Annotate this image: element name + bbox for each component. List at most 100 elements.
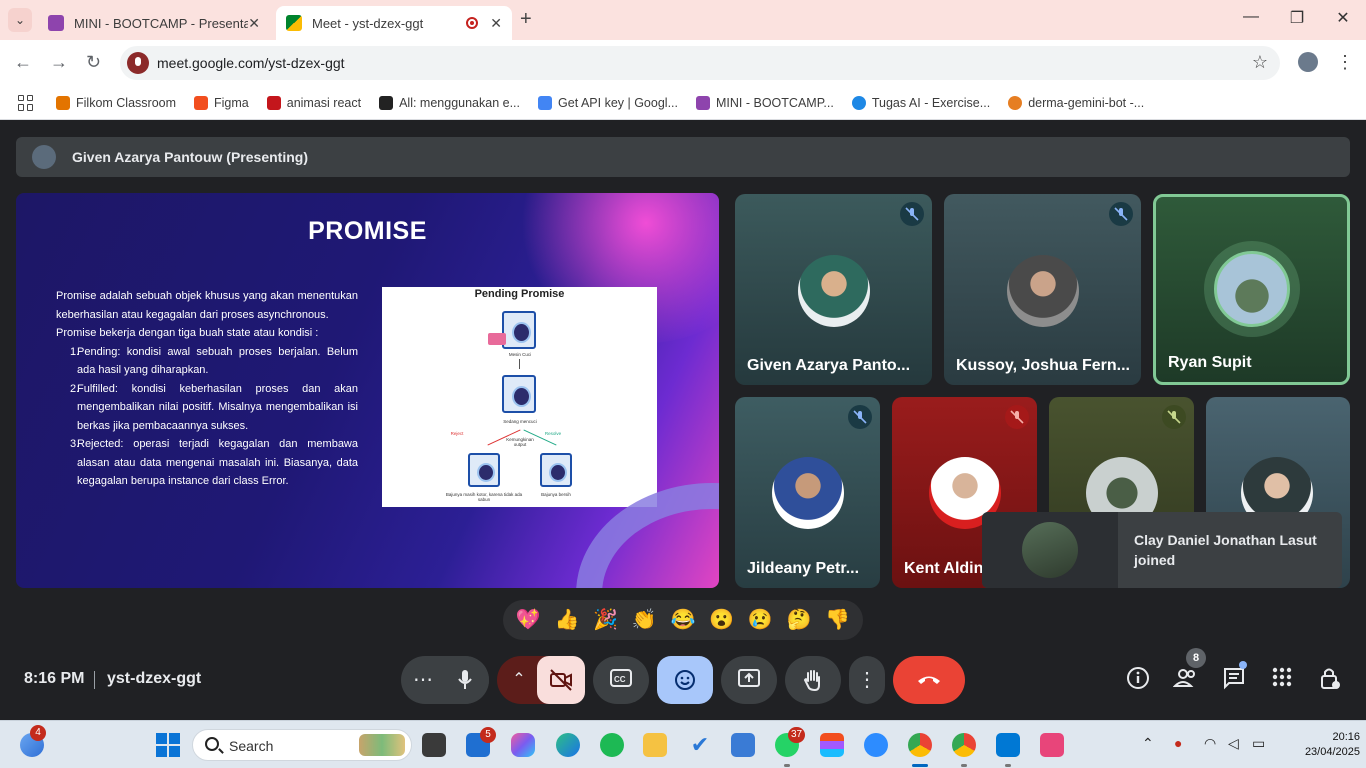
google-ai-icon: [538, 95, 553, 110]
tab-search-button[interactable]: ⌄: [8, 8, 32, 32]
chat-icon[interactable]: [1220, 666, 1248, 694]
edge-icon[interactable]: [556, 733, 580, 757]
presentation-slide[interactable]: PROMISE Promise adalah sebuah objek khus…: [16, 193, 719, 588]
audio-settings-button[interactable]: ⋯: [401, 656, 445, 704]
back-icon[interactable]: ←: [14, 52, 32, 73]
raise-hand-button[interactable]: [785, 656, 841, 704]
participant-tile[interactable]: Jildeany Petr...: [735, 397, 880, 588]
browser-toolbar: ← → ↻ meet.google.com/yst-dzex-ggt ☆: [0, 40, 1366, 86]
show-hidden-icons[interactable]: ⌃: [1142, 735, 1154, 752]
reaction-thumbs-up[interactable]: 👍: [555, 610, 580, 630]
url-text[interactable]: meet.google.com/yst-dzex-ggt: [157, 55, 345, 71]
participant-tile[interactable]: Kussoy, Joshua Fern...: [944, 194, 1141, 385]
participant-name: Ryan Supit: [1168, 354, 1252, 371]
reaction-clapping[interactable]: 👏: [632, 610, 657, 630]
bookmark-filkom-classroom[interactable]: Filkom Classroom: [56, 95, 176, 110]
bookmark-label: derma-gemini-bot -...: [1028, 95, 1145, 110]
figma-app-icon[interactable]: [820, 733, 844, 757]
reactions-bar: 💖 👍 🎉 👏 😂 😮 😢 🤔 👎: [503, 600, 863, 640]
taskbar-search[interactable]: Search: [192, 729, 412, 761]
camera-off-icon: [550, 669, 572, 691]
meeting-code[interactable]: yst-dzex-ggt: [107, 670, 201, 688]
reaction-sparkling-heart[interactable]: 💖: [516, 610, 541, 630]
people-icon[interactable]: [1172, 666, 1200, 694]
microphone-tray-icon[interactable]: ●: [1174, 735, 1182, 751]
todo-check-icon[interactable]: ✔: [688, 733, 712, 757]
task-view-icon[interactable]: [422, 733, 446, 757]
bookmark-get-api-key[interactable]: Get API key | Googl...: [538, 95, 678, 110]
chrome-icon[interactable]: [908, 733, 932, 757]
reaction-thumbs-down[interactable]: 👎: [825, 610, 850, 630]
bookmark-tugas-ai[interactable]: Tugas AI - Exercise...: [851, 95, 990, 110]
bookmark-derma-gemini-bot[interactable]: derma-gemini-bot -...: [1008, 95, 1145, 110]
bookmark-label: animasi react: [286, 95, 362, 110]
reaction-party-popper[interactable]: 🎉: [593, 610, 618, 630]
forward-icon[interactable]: →: [50, 52, 68, 73]
microphone-in-use-icon[interactable]: [127, 52, 149, 74]
close-tab-icon[interactable]: ✕: [490, 15, 502, 32]
volume-icon[interactable]: ◁: [1228, 735, 1239, 752]
reaction-sad[interactable]: 😢: [748, 610, 773, 630]
chrome-profile-icon[interactable]: [952, 733, 976, 757]
bookmark-all[interactable]: All: menggunakan e...: [379, 95, 520, 110]
close-tab-icon[interactable]: ✕: [248, 15, 260, 32]
close-window-button[interactable]: ✕: [1320, 8, 1366, 28]
camera-settings-button[interactable]: ⌃: [497, 656, 541, 704]
microphone-button[interactable]: [441, 656, 489, 704]
windows-start-icon[interactable]: [156, 733, 180, 757]
reaction-surprised[interactable]: 😮: [709, 610, 734, 630]
pending-promise-diagram: Pending Promise Mesin Cuci Sedang mencuc…: [382, 287, 657, 507]
clock-date: 23/04/2025: [1304, 746, 1360, 758]
bookmark-mini-bootcamp[interactable]: MINI - BOOTCAMP...: [696, 95, 834, 110]
classroom-icon: [56, 95, 70, 110]
reaction-laughing[interactable]: 😂: [671, 610, 696, 630]
app-icon[interactable]: [1040, 733, 1064, 757]
copilot-icon[interactable]: [511, 733, 535, 757]
captions-button[interactable]: CC: [593, 656, 649, 704]
profile-avatar[interactable]: [1298, 52, 1318, 72]
mic-off-icon: [848, 405, 872, 429]
participant-name: Kent Aldin: [904, 560, 984, 577]
host-controls-lock-icon[interactable]: [1316, 666, 1344, 694]
activities-grid-icon[interactable]: [1268, 666, 1296, 694]
slide-list-item: 2. Fulfilled: kondisi keberhasilan proses…: [56, 380, 358, 436]
file-explorer-icon[interactable]: [643, 733, 667, 757]
present-screen-button[interactable]: [721, 656, 777, 704]
reaction-thinking[interactable]: 🤔: [786, 610, 811, 630]
camera-off-button[interactable]: [537, 656, 585, 704]
emoji-reactions-button[interactable]: [657, 656, 713, 704]
minimize-button[interactable]: —: [1228, 8, 1274, 26]
tab-mini-bootcamp[interactable]: MINI - BOOTCAMP - Presentasi ✕: [38, 6, 270, 40]
spotify-icon[interactable]: [600, 733, 624, 757]
address-bar[interactable]: meet.google.com/yst-dzex-ggt ☆: [120, 46, 1280, 80]
bookmark-figma[interactable]: Figma: [194, 95, 249, 110]
bookmark-label: MINI - BOOTCAMP...: [716, 95, 834, 110]
reload-icon[interactable]: ↻: [86, 52, 101, 73]
tab-meet[interactable]: Meet - yst-dzex-ggt ✕: [276, 6, 512, 40]
bookmark-label: Figma: [214, 95, 249, 110]
wifi-icon[interactable]: ◠: [1204, 735, 1216, 752]
slide-title: PROMISE: [308, 217, 427, 245]
vscode-icon[interactable]: [996, 733, 1020, 757]
meet-stage: Given Azarya Pantouw (Presenting) PROMIS…: [0, 121, 1366, 720]
microsoft-store-icon[interactable]: [731, 733, 755, 757]
presenting-text: Given Azarya Pantouw (Presenting): [72, 149, 308, 165]
bookmark-star-icon[interactable]: ☆: [1252, 52, 1268, 73]
leave-call-button[interactable]: [893, 656, 965, 704]
participant-tile[interactable]: Given Azarya Panto...: [735, 194, 932, 385]
figma-icon: [194, 95, 209, 110]
svg-text:CC: CC: [614, 675, 626, 684]
whatsapp-badge: 37: [788, 727, 806, 743]
zoom-icon[interactable]: [864, 733, 888, 757]
new-tab-button[interactable]: +: [520, 8, 532, 31]
clock[interactable]: 20:16 23/04/2025: [1300, 730, 1360, 760]
restore-button[interactable]: ❐: [1274, 8, 1320, 28]
divider: [94, 671, 95, 689]
more-options-button[interactable]: ⋮: [849, 656, 885, 704]
browser-menu-icon[interactable]: ⋮: [1336, 52, 1354, 73]
apps-grid-icon[interactable]: [18, 94, 34, 111]
battery-icon[interactable]: ▭: [1252, 735, 1265, 752]
bookmark-animasi-react[interactable]: animasi react: [266, 95, 362, 110]
participant-tile-speaking[interactable]: Ryan Supit: [1153, 194, 1350, 385]
meeting-details-icon[interactable]: [1124, 666, 1152, 694]
